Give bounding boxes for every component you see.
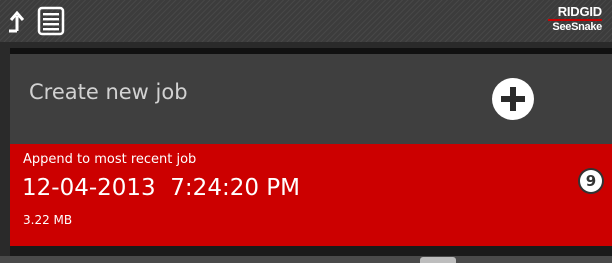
recent-job-time: 7:24:20 PM — [170, 175, 300, 201]
recent-job-size: 3.22 MB — [23, 213, 73, 227]
bottom-scroll-track — [0, 256, 612, 263]
logo-brand-name: RIDGID — [557, 4, 603, 19]
append-recent-job-row[interactable]: Append to most recent job 12-04-2013 7:2… — [10, 144, 612, 246]
top-bar: RIDGID SeeSnake — [0, 0, 612, 42]
bottom-scroll-handle[interactable] — [420, 257, 456, 263]
job-list-button[interactable] — [36, 5, 66, 37]
logo-product-name: SeeSnake — [552, 21, 602, 33]
create-new-job-row[interactable]: Create new job — [10, 54, 612, 144]
recent-job-date: 12-04-2013 — [22, 175, 156, 201]
up-navigation-button[interactable] — [4, 6, 30, 36]
list-bottom-edge — [10, 246, 612, 256]
create-new-job-label: Create new job — [29, 80, 188, 104]
ridgid-seesnake-logo: RIDGID SeeSnake — [542, 5, 602, 39]
recent-job-count-badge: 9 — [580, 170, 602, 192]
append-recent-job-title: Append to most recent job — [23, 152, 197, 167]
plus-icon[interactable] — [491, 77, 535, 121]
recent-job-timestamp: 12-04-2013 7:24:20 PM — [22, 175, 300, 201]
up-arrow-icon — [9, 10, 25, 33]
list-icon — [37, 6, 65, 36]
